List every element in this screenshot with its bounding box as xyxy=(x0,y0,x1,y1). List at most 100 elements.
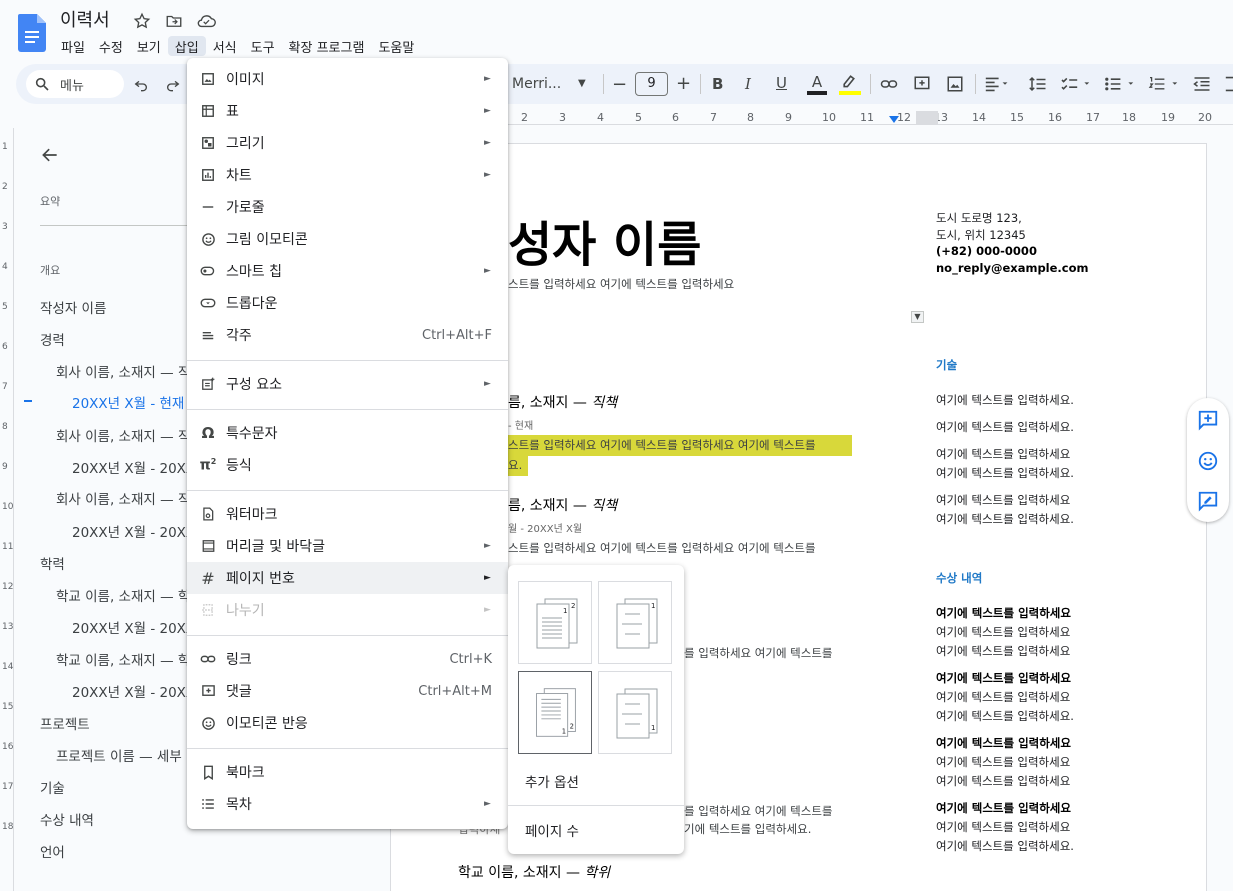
insert-menu-item[interactable]: 이미지 ► xyxy=(187,63,508,95)
star-icon[interactable] xyxy=(133,12,151,30)
page-number-bottom-right-skip-first-option[interactable]: 1 xyxy=(598,671,672,754)
right-indent-marker[interactable] xyxy=(889,116,899,123)
awards-heading[interactable]: 수상 내역 xyxy=(936,570,982,586)
italic-icon[interactable]: I xyxy=(745,75,751,93)
move-folder-icon[interactable] xyxy=(165,12,183,30)
insert-menu-item[interactable]: 가로줄 xyxy=(187,191,508,223)
outline-item[interactable]: 학교 이름, 소재지 — 학 xyxy=(56,649,187,669)
menu-tools[interactable]: 도구 xyxy=(244,36,282,56)
outline-item[interactable]: 작성자 이름 xyxy=(40,297,106,317)
insert-menu-item[interactable]: 머리글 및 바닥글 ► xyxy=(187,530,508,562)
add-comment-icon[interactable] xyxy=(913,75,931,97)
undo-icon[interactable] xyxy=(133,76,149,96)
award-line[interactable]: 여기에 텍스트를 입력하세요 xyxy=(936,643,1070,659)
bulleted-list-icon[interactable] xyxy=(1104,76,1140,96)
insert-image-icon[interactable] xyxy=(946,75,964,97)
add-comment-float-icon[interactable] xyxy=(1197,409,1219,435)
insert-menu-item[interactable]: 링크 Ctrl+K xyxy=(187,643,508,675)
decrease-indent-icon[interactable] xyxy=(1193,76,1211,96)
skill-line[interactable]: 여기에 텍스트를 입력하세요. xyxy=(936,419,1074,435)
phone[interactable]: (+82) 000-0000 xyxy=(936,244,1037,258)
back-arrow-icon[interactable] xyxy=(40,145,60,169)
text-color-icon[interactable]: A xyxy=(807,73,827,95)
address-line1[interactable]: 도시 도로명 123, xyxy=(936,210,1022,226)
outline-item[interactable]: 기술 xyxy=(40,777,65,797)
menu-file[interactable]: 파일 xyxy=(54,36,92,56)
award-line[interactable]: 여기에 텍스트를 입력하세요 xyxy=(936,754,1070,770)
job2-title[interactable]: 름, 소재지 — 직책 xyxy=(508,495,617,515)
document-title[interactable]: 이력서 xyxy=(60,6,110,32)
skill-line[interactable]: 여기에 텍스트를 입력하세요. xyxy=(936,392,1074,408)
cloud-saved-icon[interactable] xyxy=(196,12,216,30)
font-size-input[interactable]: 9 xyxy=(635,76,668,91)
insert-menu-item[interactable]: 이모티콘 반응 xyxy=(187,707,508,739)
checklist-icon[interactable] xyxy=(1060,76,1096,96)
insert-menu-item[interactable]: 표 ► xyxy=(187,95,508,127)
highlight-color-icon[interactable] xyxy=(839,73,861,95)
job1-title[interactable]: 름, 소재지 — 직책 xyxy=(508,392,617,412)
insert-menu-item[interactable]: π2 등식 xyxy=(187,449,508,481)
skill-line[interactable]: 여기에 텍스트를 입력하세요 xyxy=(936,446,1070,462)
job2-body[interactable]: 스트를 입력하세요 여기에 텍스트를 입력하세요 여기에 텍스트를 xyxy=(508,540,816,556)
award-line[interactable]: 여기에 텍스트를 입력하세요 xyxy=(936,624,1070,640)
insert-menu-item[interactable]: 그림 이모티콘 xyxy=(187,223,508,255)
outline-item[interactable]: 회사 이름, 소재지 — 직 xyxy=(56,425,187,445)
outline-item[interactable]: 20XX년 X월 - 20XX xyxy=(72,617,187,637)
award-line[interactable]: 여기에 텍스트를 입력하세요. xyxy=(936,838,1074,854)
menu-search-input[interactable]: 메뉴 xyxy=(60,75,84,94)
skill-line[interactable]: 여기에 텍스트를 입력하세요. xyxy=(936,465,1074,481)
author-name-heading[interactable]: 성자 이름 xyxy=(508,205,701,275)
outline-item[interactable]: 회사 이름, 소재지 — 직 xyxy=(56,488,187,508)
skill-line[interactable]: 여기에 텍스트를 입력하세요. xyxy=(936,511,1074,527)
insert-menu-item[interactable]: # 페이지 번호 ► xyxy=(187,562,508,594)
bold-icon[interactable]: B xyxy=(712,75,723,93)
underline-icon[interactable]: U xyxy=(776,74,787,92)
emoji-reaction-float-icon[interactable] xyxy=(1197,450,1219,476)
redo-icon[interactable] xyxy=(165,76,181,96)
insert-menu-item[interactable]: 각주 Ctrl+Alt+F xyxy=(187,319,508,351)
font-dropdown-arrow-icon[interactable]: ▼ xyxy=(578,78,586,89)
job1-body-line2[interactable]: 요. xyxy=(508,455,529,476)
insert-menu-item[interactable]: 북마크 xyxy=(187,756,508,788)
outline-item[interactable]: 학력 xyxy=(40,553,65,573)
menu-help[interactable]: 도움말 xyxy=(371,36,421,56)
page-number-top-right-all-option[interactable]: 21 xyxy=(518,581,592,664)
menu-insert[interactable]: 삽입 xyxy=(167,36,206,56)
email[interactable]: no_reply@example.com xyxy=(936,261,1088,275)
docs-logo-icon[interactable] xyxy=(18,14,46,52)
decrease-font-icon[interactable]: − xyxy=(612,74,627,95)
outline-item[interactable]: 20XX년 X월 - 현재 xyxy=(72,392,184,412)
page-count-item[interactable]: 페이지 수 xyxy=(525,820,579,840)
skills-heading[interactable]: 기술 xyxy=(936,357,957,373)
align-left-icon[interactable] xyxy=(984,76,1010,96)
horizontal-ruler[interactable] xyxy=(390,108,1233,128)
insert-menu-item[interactable]: 워터마크 xyxy=(187,498,508,530)
school-title[interactable]: 학교 이름, 소재지 — 학위 xyxy=(458,862,610,882)
margin-marker[interactable] xyxy=(916,111,938,125)
font-family-select[interactable]: Merri... xyxy=(512,76,561,92)
menu-edit[interactable]: 수정 xyxy=(92,36,130,56)
outline-item[interactable]: 20XX년 X월 - 20XX xyxy=(72,681,187,701)
increase-indent-icon[interactable] xyxy=(1224,76,1233,96)
award-title[interactable]: 여기에 텍스트를 입력하세요 xyxy=(936,670,1071,686)
outline-item[interactable]: 프로젝트 이름 — 세부 xyxy=(56,745,182,765)
edu-body-line1[interactable]: 를 입력하세요 여기에 텍스트를 xyxy=(684,803,833,819)
award-line[interactable]: 여기에 텍스트를 입력하세요 xyxy=(936,819,1070,835)
outline-item[interactable]: 학교 이름, 소재지 — 학 xyxy=(56,585,187,605)
job2-date[interactable]: 월 - 20XX년 X월 xyxy=(508,520,582,535)
insert-menu-item[interactable]: 구성 요소 ► xyxy=(187,368,508,400)
address-line2[interactable]: 도시, 위치 12345 xyxy=(936,227,1026,243)
outline-item[interactable]: 경력 xyxy=(40,329,65,349)
award-line[interactable]: 여기에 텍스트를 입력하세요 xyxy=(936,773,1070,789)
job1-date[interactable]: - 현재 xyxy=(508,417,533,432)
award-title[interactable]: 여기에 텍스트를 입력하세요 xyxy=(936,605,1071,621)
suggest-edit-float-icon[interactable] xyxy=(1197,490,1219,516)
outline-item[interactable]: 회사 이름, 소재지 — 직 xyxy=(56,361,187,381)
page-number-top-right-skip-first-option[interactable]: 1 xyxy=(598,581,672,664)
menu-format[interactable]: 서식 xyxy=(206,36,244,56)
outline-item[interactable]: 수상 내역 xyxy=(40,809,94,829)
line-spacing-icon[interactable] xyxy=(1029,76,1047,96)
outline-item[interactable]: 20XX년 X월 - 20XX xyxy=(72,457,187,477)
insert-menu-item[interactable]: 나누기 ► xyxy=(187,594,508,626)
insert-menu-item[interactable]: 스마트 칩 ► xyxy=(187,255,508,287)
